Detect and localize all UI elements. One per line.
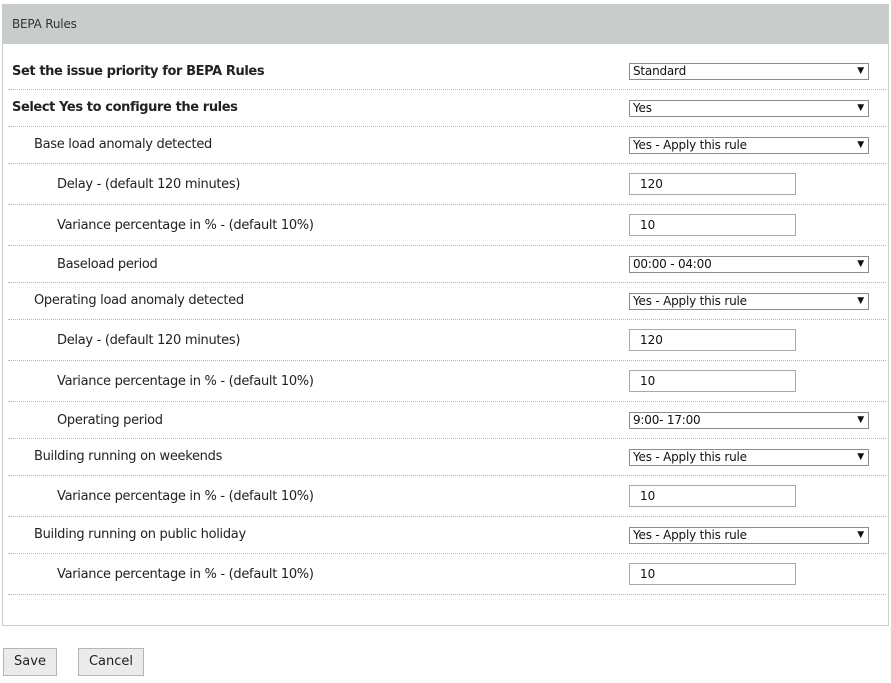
public-holiday-label: Building running on public holiday: [34, 527, 246, 542]
base-variance-input[interactable]: 10: [629, 214, 796, 236]
chevron-down-icon: ▼: [857, 259, 864, 269]
panel-title: BEPA Rules: [12, 17, 77, 31]
holiday-variance-input[interactable]: 10: [629, 563, 796, 585]
operating-load-anomaly-label: Operating load anomaly detected: [34, 293, 244, 308]
chevron-down-icon: ▼: [857, 530, 864, 540]
operating-load-anomaly-select[interactable]: Yes - Apply this rule ▼: [629, 293, 869, 310]
issue-priority-label: Set the issue priority for BEPA Rules: [12, 64, 265, 79]
public-holiday-select[interactable]: Yes - Apply this rule ▼: [629, 527, 869, 544]
weekends-variance-label: Variance percentage in % - (default 10%): [57, 489, 314, 504]
weekends-select[interactable]: Yes - Apply this rule ▼: [629, 449, 869, 466]
operating-period-value: 9:00- 17:00: [633, 413, 701, 427]
chevron-down-icon: ▼: [857, 296, 864, 306]
configure-rules-select[interactable]: Yes ▼: [629, 100, 869, 117]
baseload-period-select[interactable]: 00:00 - 04:00 ▼: [629, 256, 869, 273]
weekends-value: Yes - Apply this rule: [633, 450, 747, 464]
chevron-down-icon: ▼: [857, 415, 864, 425]
issue-priority-value: Standard: [633, 64, 686, 78]
operating-delay-label: Delay - (default 120 minutes): [57, 333, 241, 348]
weekends-label: Building running on weekends: [34, 449, 223, 464]
operating-delay-input[interactable]: 120: [629, 329, 796, 351]
base-variance-label: Variance percentage in % - (default 10%): [57, 218, 314, 233]
chevron-down-icon: ▼: [857, 103, 864, 113]
operating-variance-label: Variance percentage in % - (default 10%): [57, 374, 314, 389]
cancel-button[interactable]: Cancel: [78, 648, 144, 676]
save-button[interactable]: Save: [3, 648, 57, 676]
operating-period-label: Operating period: [57, 413, 163, 428]
configure-rules-value: Yes: [633, 101, 652, 115]
base-delay-label: Delay - (default 120 minutes): [57, 177, 241, 192]
baseload-period-value: 00:00 - 04:00: [633, 257, 712, 271]
chevron-down-icon: ▼: [857, 140, 864, 150]
public-holiday-value: Yes - Apply this rule: [633, 528, 747, 542]
weekends-variance-input[interactable]: 10: [629, 485, 796, 507]
configure-rules-label: Select Yes to configure the rules: [12, 100, 238, 115]
operating-load-anomaly-value: Yes - Apply this rule: [633, 294, 747, 308]
chevron-down-icon: ▼: [857, 452, 864, 462]
panel-header: BEPA Rules: [2, 4, 889, 44]
holiday-variance-label: Variance percentage in % - (default 10%): [57, 567, 314, 582]
base-delay-input[interactable]: 120: [629, 173, 796, 195]
chevron-down-icon: ▼: [857, 66, 864, 76]
base-load-anomaly-value: Yes - Apply this rule: [633, 138, 747, 152]
base-load-anomaly-label: Base load anomaly detected: [34, 137, 212, 152]
operating-period-select[interactable]: 9:00- 17:00 ▼: [629, 412, 869, 429]
base-load-anomaly-select[interactable]: Yes - Apply this rule ▼: [629, 137, 869, 154]
baseload-period-label: Baseload period: [57, 257, 158, 272]
issue-priority-select[interactable]: Standard ▼: [629, 63, 869, 80]
operating-variance-input[interactable]: 10: [629, 370, 796, 392]
